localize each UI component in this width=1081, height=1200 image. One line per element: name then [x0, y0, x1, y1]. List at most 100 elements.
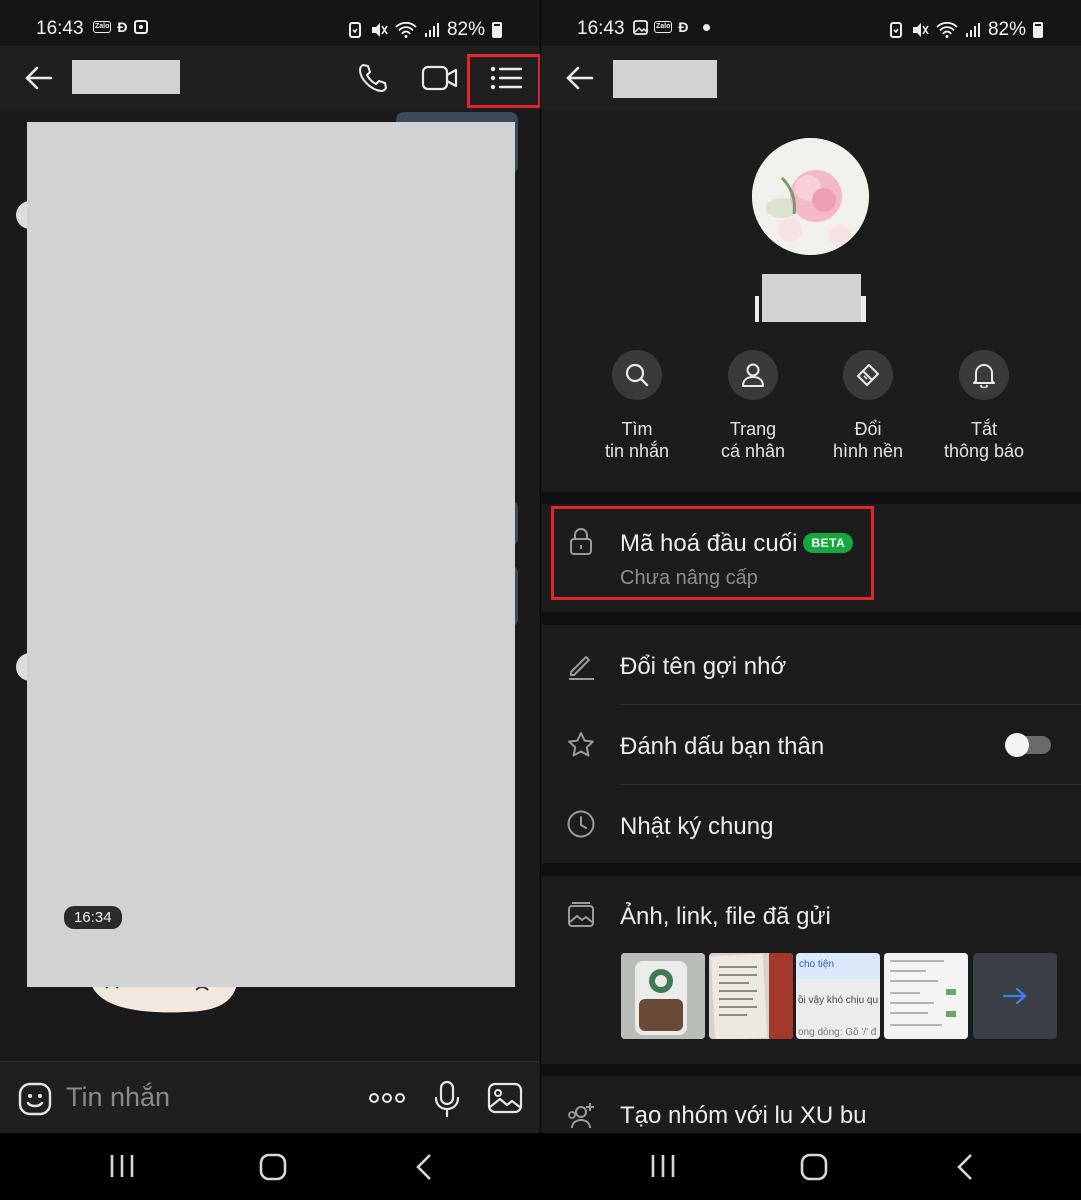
search-icon-circle	[612, 350, 662, 400]
more-notifications-icon	[702, 23, 710, 31]
zalo-icon: Zalo	[654, 21, 673, 33]
bell-icon-circle	[959, 350, 1009, 400]
gallery-icon	[633, 19, 648, 35]
notification-icons: Zalo Đ	[633, 19, 710, 35]
status-time: 16:43	[36, 18, 84, 39]
list-menu-icon[interactable]	[490, 66, 522, 90]
contact-name-bar	[755, 296, 759, 322]
toggle-knob	[1005, 733, 1029, 757]
star-icon	[568, 732, 594, 757]
more-media-button[interactable]	[973, 953, 1057, 1039]
gallery-icon	[568, 902, 594, 927]
redacted-messages	[27, 122, 515, 987]
person-icon-circle	[728, 350, 778, 400]
video-camera-icon[interactable]	[421, 64, 459, 92]
chat-screen: 16:43 Zalo Đ 82% 16:34 Tin nhắn	[0, 0, 540, 1200]
best-friend-toggle[interactable]	[1005, 733, 1051, 757]
message-composer: Tin nhắn	[0, 1061, 540, 1133]
message-input[interactable]: Tin nhắn	[66, 1082, 170, 1113]
battery-icon	[1033, 22, 1043, 38]
microphone-icon[interactable]	[434, 1080, 460, 1118]
options-header	[541, 46, 1081, 110]
image-icon[interactable]	[487, 1082, 523, 1114]
chat-header	[0, 46, 540, 110]
best-friend-row[interactable]: Đánh dấu bạn thân	[541, 705, 1081, 784]
square-icon	[133, 20, 148, 34]
notification-icons: Zalo Đ	[93, 19, 148, 35]
shared-media-section: Ảnh, link, file đã gửi cho tiện ồi vậy k…	[541, 876, 1081, 1064]
thumb-text: cho tiện	[799, 959, 835, 970]
signal-icon	[424, 23, 439, 37]
bell-icon	[973, 364, 995, 388]
contact-name-redacted	[72, 60, 180, 94]
d-icon: Đ	[678, 19, 689, 35]
best-friend-label: Đánh dấu bạn thân	[620, 733, 825, 760]
action-mute-notifications[interactable]: Tắt thông báo	[914, 350, 1054, 462]
home-icon[interactable]	[258, 1153, 288, 1181]
message-timestamp: 16:34	[64, 906, 122, 929]
wifi-icon	[395, 22, 417, 38]
rename-row[interactable]: Đổi tên gợi nhớ	[541, 625, 1081, 704]
arrow-left-icon[interactable]	[565, 63, 595, 93]
create-group-row[interactable]: Tạo nhóm với lu XU bu	[541, 1076, 1081, 1136]
shared-diary-row[interactable]: Nhật ký chung	[541, 785, 1081, 863]
action-label-line1: Trang	[729, 419, 777, 439]
phone-icon[interactable]	[356, 62, 388, 94]
wifi-icon	[936, 22, 958, 38]
action-label-line2: cá nhân	[720, 441, 786, 461]
media-thumb-document[interactable]	[709, 953, 793, 1039]
recent-apps-icon[interactable]	[108, 1153, 136, 1179]
status-bar: 16:43 Zalo Đ 82%	[541, 0, 1081, 46]
rename-label: Đổi tên gợi nhớ	[620, 653, 787, 680]
arrow-left-icon[interactable]	[24, 63, 54, 93]
thumb-text: ồi vậy khó chịu qu	[798, 995, 879, 1006]
home-icon[interactable]	[799, 1153, 829, 1181]
encryption-section[interactable]: Mã hoá đầu cuối BETA Chưa nâng cấp	[541, 504, 1081, 612]
status-right: 82%	[888, 19, 1043, 41]
conversation-options-screen: 16:43 Zalo Đ 82% Tìm tin nhắn Trang cá n…	[541, 0, 1081, 1200]
mute-icon	[371, 23, 388, 37]
action-label-line2: thông báo	[943, 441, 1025, 461]
profile-summary: Tìm tin nhắn Trang cá nhân Đổi hình nền Tắt…	[541, 110, 1081, 492]
zalo-icon: Zalo	[93, 21, 112, 33]
search-icon	[625, 363, 649, 387]
back-nav-icon[interactable]	[414, 1153, 434, 1181]
status-right: 82%	[347, 19, 502, 41]
media-thumb-drink[interactable]	[621, 953, 705, 1039]
contact-name-bar	[861, 296, 866, 322]
battery-saver-icon	[889, 22, 902, 38]
contact-name-redacted	[762, 274, 861, 322]
media-thumb-form-screenshot[interactable]	[884, 953, 968, 1039]
action-label-line2: hình nền	[832, 441, 904, 461]
thumb-text: ong dòng: Gõ '/' đ	[798, 1027, 877, 1038]
status-time: 16:43	[577, 18, 625, 39]
brush-icon-circle	[843, 350, 893, 400]
action-label-line1: Tắt	[970, 419, 997, 439]
recent-apps-icon[interactable]	[649, 1153, 677, 1179]
contact-options-section: Đổi tên gợi nhớ Đánh dấu bạn thân Nhật k…	[541, 625, 1081, 863]
action-label-line1: Tìm	[621, 419, 653, 439]
system-nav-bar	[0, 1133, 540, 1200]
more-dots-icon[interactable]	[368, 1092, 406, 1104]
media-thumb-chat-screenshot[interactable]: cho tiện ồi vậy khó chịu qu ong dòng: Gõ…	[796, 953, 880, 1039]
battery-icon	[492, 22, 502, 38]
encryption-highlight-box	[551, 506, 874, 600]
signal-icon	[965, 23, 980, 37]
clock-icon	[567, 810, 595, 838]
contact-name-redacted	[613, 60, 717, 98]
contact-avatar[interactable]	[752, 138, 869, 255]
paint-brush-icon	[857, 364, 879, 386]
person-icon	[742, 363, 764, 387]
battery-saver-icon	[348, 22, 361, 38]
shared-media-title[interactable]: Ảnh, link, file đã gửi	[620, 903, 831, 931]
arrow-right-icon	[1002, 987, 1027, 1005]
system-nav-bar	[541, 1133, 1081, 1200]
action-label-line2: tin nhắn	[604, 441, 670, 461]
back-nav-icon[interactable]	[955, 1153, 975, 1181]
action-label: Tắt thông báo	[914, 418, 1054, 462]
create-group-label: Tạo nhóm với lu XU bu	[620, 1102, 867, 1129]
d-icon: Đ	[117, 19, 128, 35]
mute-icon	[912, 23, 929, 37]
status-bar: 16:43 Zalo Đ 82%	[0, 0, 540, 46]
emoji-icon[interactable]	[18, 1082, 52, 1116]
